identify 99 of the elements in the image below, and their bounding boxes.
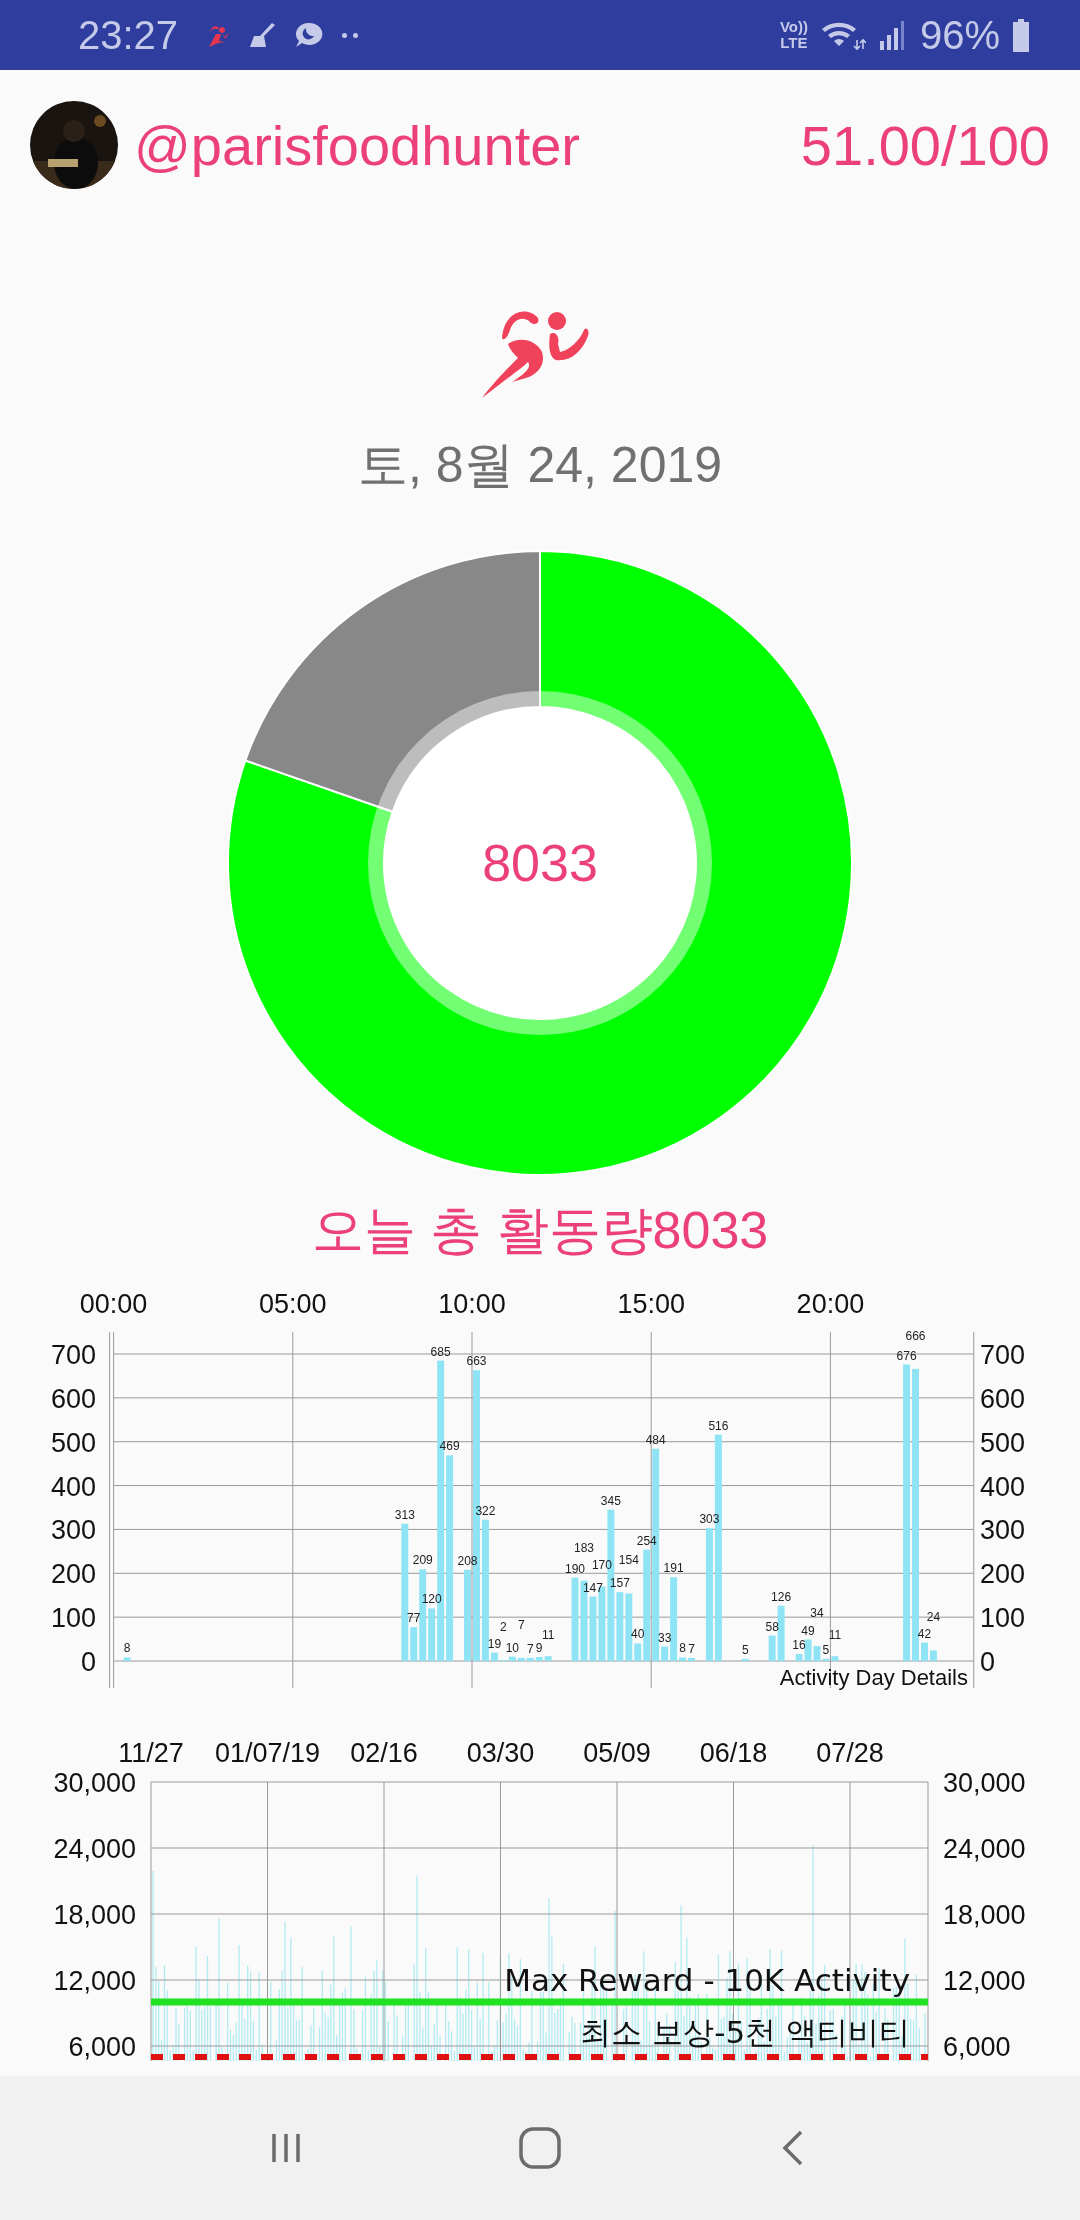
activity-total-value: 8033 <box>482 832 598 893</box>
bar-value: 676 <box>896 1348 917 1363</box>
bar-value: 303 <box>699 1512 720 1527</box>
bar-value: 33 <box>657 1630 672 1645</box>
axis-label: 18,000 <box>943 1900 1026 1930</box>
bar-value: 8 <box>679 1641 686 1656</box>
bar-value: 77 <box>407 1611 421 1626</box>
axis-label: 06/18 <box>699 1738 768 1768</box>
threshold-label: Max Reward - 10K Activity <box>504 1962 910 1998</box>
home-icon[interactable] <box>517 2125 563 2171</box>
axis-label: 07/28 <box>816 1738 884 1768</box>
axis-label: 11/27 <box>118 1738 184 1768</box>
activity-bar <box>123 1657 131 1661</box>
bar-value: 208 <box>457 1553 478 1568</box>
bar-value: 11 <box>541 1628 555 1643</box>
axis-label: 30,000 <box>943 1768 1026 1798</box>
axis-label: 600 <box>980 1383 1026 1414</box>
axis-label: 200 <box>980 1559 1026 1590</box>
bar-value: 183 <box>574 1540 594 1555</box>
bar-value: 345 <box>600 1493 621 1508</box>
activity-bar <box>741 1658 749 1661</box>
axis-label: 05:00 <box>259 1289 327 1319</box>
bar-value: 11 <box>828 1628 842 1643</box>
bar-value: 9 <box>535 1641 543 1656</box>
chart-title: Activity Day Details <box>779 1665 968 1690</box>
axis-label: 01/07/19 <box>214 1738 321 1768</box>
axis-label: 100 <box>50 1603 96 1634</box>
axis-label: 700 <box>980 1340 1026 1370</box>
axis-label: 6,000 <box>943 2032 1011 2061</box>
axis-label: 300 <box>980 1515 1026 1546</box>
bar-value: 16 <box>792 1638 806 1652</box>
date-label: 토, 8월 24, 2019 <box>356 436 724 495</box>
axis-label: 05/09 <box>583 1738 651 1768</box>
bar-value: 7 <box>517 1617 525 1632</box>
axis-label: 600 <box>50 1383 96 1414</box>
volte-label: Vo)) LTE <box>779 19 808 51</box>
axis-label: 6,000 <box>68 2032 136 2061</box>
axis-label: 400 <box>980 1471 1026 1502</box>
bar-value: 24 <box>926 1610 941 1625</box>
bar-value: 40 <box>631 1627 645 1642</box>
bar-value: 42 <box>917 1626 932 1641</box>
bar-value: 2 <box>500 1620 507 1635</box>
axis-label: 02/16 <box>350 1738 418 1768</box>
axis-label: 0 <box>80 1647 96 1677</box>
bar-value: 190 <box>565 1561 586 1576</box>
bar-value: 5 <box>741 1642 749 1657</box>
axis-label: 00:00 <box>79 1289 148 1319</box>
bar-value: 5 <box>822 1642 830 1657</box>
axis-label: 24,000 <box>53 1834 136 1864</box>
bar-value: 147 <box>582 1580 603 1595</box>
bar-value: 685 <box>430 1344 451 1359</box>
axis-label: 15:00 <box>617 1289 685 1319</box>
bar-value: 322 <box>475 1503 496 1518</box>
axis-label: 20:00 <box>796 1289 865 1319</box>
axis-label: 300 <box>50 1515 96 1546</box>
axis-label: 10:00 <box>438 1289 506 1319</box>
bar-value: 469 <box>439 1439 460 1454</box>
axis-label: 12,000 <box>53 1966 136 1996</box>
bar-value: 209 <box>412 1553 433 1568</box>
bar-value: 126 <box>771 1589 792 1604</box>
axis-label: 0 <box>980 1647 996 1677</box>
bar-value: 313 <box>394 1507 415 1522</box>
threshold-label: 최소 보상-5천 액티비티 <box>580 2014 910 2050</box>
bar-value: 10 <box>505 1640 519 1655</box>
axis-label: 03/30 <box>466 1738 535 1768</box>
axis-label: 200 <box>50 1559 96 1590</box>
battery-percent: 96% <box>919 12 1000 58</box>
bar-value: 8 <box>123 1641 131 1656</box>
bar-value: 663 <box>466 1354 487 1369</box>
bar-value: 49 <box>801 1623 815 1638</box>
axis-label: 18,000 <box>53 1900 136 1930</box>
bar-value: 58 <box>765 1619 779 1634</box>
username: @parisfoodhunter <box>134 112 580 178</box>
axis-label: 500 <box>980 1427 1026 1458</box>
bar-value: 666 <box>905 1328 926 1343</box>
status-time: 23:27 <box>78 12 179 58</box>
axis-label: 500 <box>50 1427 96 1458</box>
score: 51.00/100 <box>800 112 1050 178</box>
bar-value: 484 <box>645 1432 666 1447</box>
activity-total-label: 오늘 총 활동량8033 <box>310 1200 770 1261</box>
bar-value: 191 <box>663 1561 684 1576</box>
more-icon <box>342 32 359 38</box>
axis-label: 12,000 <box>943 1966 1026 1996</box>
bar-value: 7 <box>688 1641 695 1656</box>
bar-value: 254 <box>636 1533 657 1548</box>
bar-value: 157 <box>609 1576 630 1591</box>
axis-label: 24,000 <box>943 1834 1026 1864</box>
axis-label: 400 <box>50 1471 96 1502</box>
bar-value: 120 <box>421 1592 442 1607</box>
bar-value: 516 <box>708 1418 729 1433</box>
bar-value: 34 <box>810 1606 824 1621</box>
bar-value: 7 <box>526 1641 534 1656</box>
battery-icon <box>1012 18 1030 52</box>
axis-label: 700 <box>50 1340 96 1370</box>
bar-value: 170 <box>591 1558 612 1573</box>
bar-value: 19 <box>487 1636 502 1651</box>
bar-value: 154 <box>618 1553 639 1568</box>
axis-label: 30,000 <box>53 1768 136 1798</box>
axis-label: 100 <box>980 1603 1026 1634</box>
